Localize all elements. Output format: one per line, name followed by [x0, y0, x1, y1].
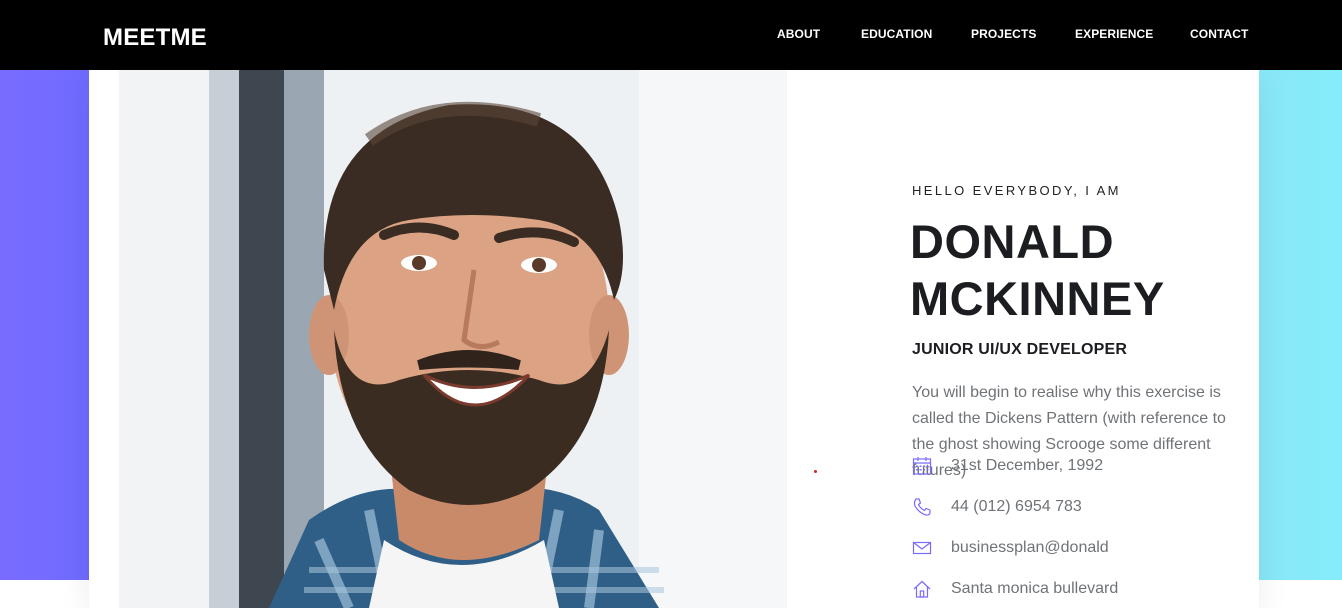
- info-phone: 44 (012) 6954 783: [911, 496, 1241, 518]
- birthdate-text: 31st December, 1992: [951, 457, 1104, 474]
- top-navigation-bar: MEETME ABOUT EDUCATION PROJECTS EXPERIEN…: [0, 0, 1342, 70]
- info-address: Santa monica bullevard: [911, 578, 1241, 600]
- profile-photo: [119, 70, 787, 608]
- nav-education[interactable]: EDUCATION: [861, 27, 932, 41]
- stray-dot: [814, 470, 817, 473]
- address-text: Santa monica bullevard: [951, 580, 1119, 597]
- home-icon: [911, 578, 933, 600]
- profile-name: DONALD MCKINNEY: [910, 213, 1230, 327]
- profile-role: JUNIOR UI/UX DEVELOPER: [912, 341, 1128, 358]
- hero-card: HELLO EVERYBODY, I AM DONALD MCKINNEY JU…: [89, 70, 1259, 608]
- site-logo[interactable]: MEETME: [103, 24, 207, 52]
- left-accent-panel: [0, 70, 89, 580]
- info-birthdate: 31st December, 1992: [911, 455, 1241, 477]
- nav-experience[interactable]: EXPERIENCE: [1075, 27, 1153, 41]
- mail-icon: [911, 537, 933, 559]
- calendar-icon: [911, 455, 933, 477]
- phone-text[interactable]: 44 (012) 6954 783: [951, 498, 1082, 516]
- info-email: businessplan@donald: [911, 537, 1241, 559]
- nav-projects[interactable]: PROJECTS: [971, 27, 1036, 41]
- name-line-1: DONALD: [910, 215, 1115, 268]
- right-accent-panel: [1259, 70, 1342, 580]
- main-nav: ABOUT EDUCATION PROJECTS EXPERIENCE CONT…: [777, 27, 1342, 43]
- nav-about[interactable]: ABOUT: [777, 27, 820, 41]
- intro-text: HELLO EVERYBODY, I AM: [912, 183, 1121, 198]
- email-text[interactable]: businessplan@donald: [951, 539, 1109, 557]
- name-line-2: MCKINNEY: [910, 272, 1165, 325]
- portrait-illustration: [119, 70, 787, 608]
- nav-contact[interactable]: CONTACT: [1190, 27, 1248, 41]
- phone-icon: [911, 496, 933, 518]
